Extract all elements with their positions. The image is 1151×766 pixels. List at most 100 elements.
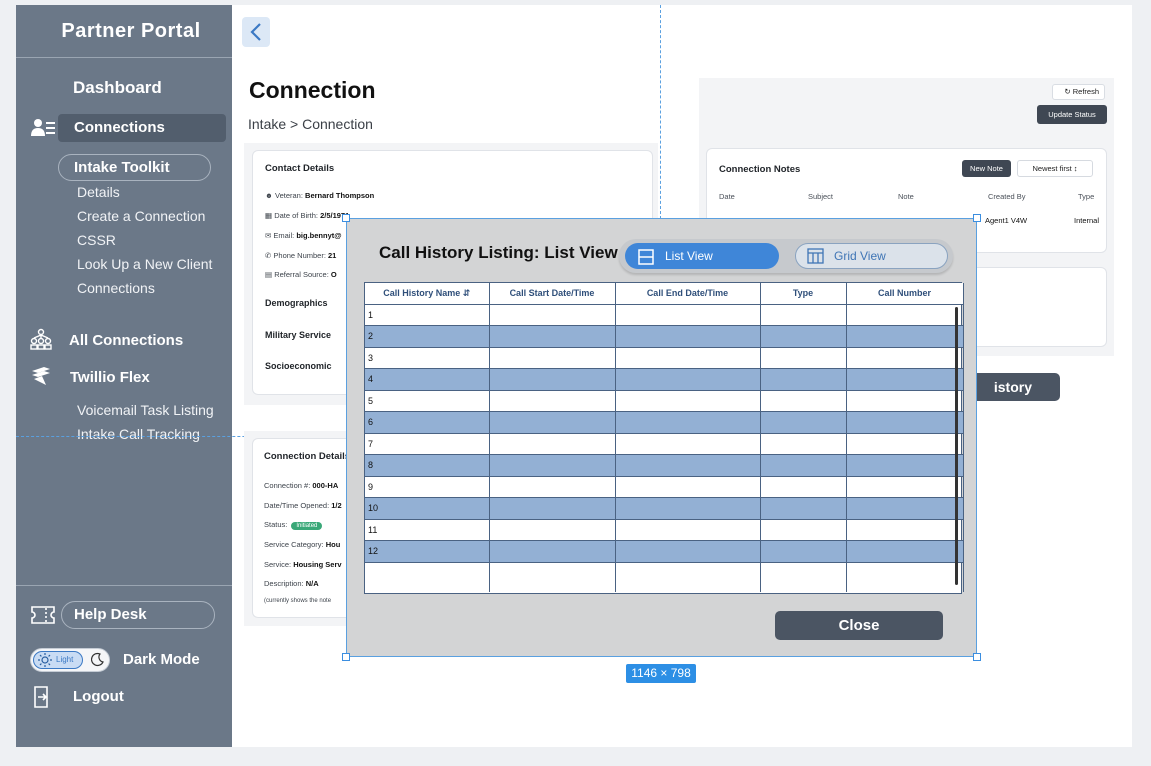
sidebar-subitem-connections[interactable]: Connections: [77, 280, 155, 296]
column-header: Type: [1078, 192, 1095, 201]
table-cell: [489, 346, 616, 369]
calendar-icon: ▦: [265, 211, 273, 220]
sidebar-item-all-connections[interactable]: All Connections: [69, 332, 183, 349]
table-cell: [615, 561, 761, 592]
logout-button[interactable]: Logout: [73, 688, 124, 705]
table-cell: [489, 411, 616, 433]
sidebar-subitem-details[interactable]: Details: [77, 184, 120, 200]
scrollbar[interactable]: [955, 307, 958, 585]
light-option[interactable]: Light: [33, 651, 83, 669]
phone-field: ✆ Phone Number: 21: [265, 251, 337, 260]
table-row[interactable]: 2: [365, 325, 964, 347]
new-note-button[interactable]: New Note: [962, 160, 1011, 177]
sun-icon: [38, 653, 52, 673]
table-row[interactable]: 5: [365, 389, 964, 412]
table-row[interactable]: 3: [365, 346, 964, 369]
table-cell: [615, 411, 761, 433]
page-title: Connection: [249, 77, 376, 103]
row-number-cell: 3: [365, 346, 490, 369]
resize-handle[interactable]: [342, 653, 350, 661]
table-cell: [760, 389, 847, 412]
sidebar-subitem-voicemail[interactable]: Voicemail Task Listing: [77, 402, 214, 418]
twilio-flex-icon: [30, 367, 52, 392]
column-header-type[interactable]: Type: [760, 283, 847, 305]
table-cell: [760, 368, 847, 390]
section-military-service[interactable]: Military Service: [265, 330, 331, 340]
table-row[interactable]: 1: [365, 303, 964, 326]
resize-handle[interactable]: [973, 653, 981, 661]
divider: [16, 57, 232, 58]
column-header-call-end[interactable]: Call End Date/Time: [615, 283, 761, 305]
phone-icon: ✆: [265, 251, 272, 260]
column-header-call-start[interactable]: Call Start Date/Time: [489, 283, 616, 305]
refresh-button[interactable]: ↻ Refresh: [1052, 84, 1105, 100]
modal-title: Call History Listing: List View: [379, 243, 618, 262]
table-cell: [365, 561, 490, 592]
description-field: Description: N/A: [264, 579, 319, 588]
sidebar-subitem-intake-call-tracking[interactable]: Intake Call Tracking: [77, 426, 200, 442]
service-field: Service: Housing Serv: [264, 560, 342, 569]
grid-view-button[interactable]: Grid View: [795, 243, 948, 269]
sort-icon[interactable]: ⇵: [463, 288, 471, 298]
row-number-cell: 1: [365, 303, 490, 326]
update-status-button[interactable]: Update Status: [1037, 105, 1107, 124]
table-cell: [615, 325, 761, 347]
dark-mode-toggle[interactable]: Light: [30, 648, 110, 672]
table-cell: [846, 432, 964, 455]
table-row[interactable]: 11: [365, 518, 964, 541]
referral-field: ▤ Referral Source: O: [265, 270, 337, 279]
brand-title: Partner Portal: [61, 20, 201, 42]
user-list-icon: [31, 118, 55, 141]
table-row[interactable]: 12: [365, 540, 964, 562]
column-header: Date: [719, 192, 735, 201]
table-cell: [760, 303, 847, 326]
sidebar-item-dashboard[interactable]: Dashboard: [73, 78, 162, 98]
section-socioeconomic[interactable]: Socioeconomic: [265, 361, 332, 371]
table-cell: [760, 454, 847, 476]
table-cell: [489, 540, 616, 562]
sidebar-subitem-create-connection[interactable]: Create a Connection: [77, 208, 205, 224]
sort-arrows-icon: ↕: [1073, 164, 1078, 173]
help-desk-button[interactable]: Help Desk: [61, 601, 215, 629]
close-button[interactable]: Close: [775, 611, 943, 640]
veteran-field: ☻ Veteran: Bernard Thompson: [265, 191, 375, 200]
row-number-cell: 11: [365, 518, 490, 541]
table-cell: [615, 346, 761, 369]
table-row[interactable]: 7: [365, 432, 964, 455]
table-cell: [846, 454, 964, 476]
card-title: Contact Details: [265, 163, 335, 174]
sidebar-item-intake-toolkit[interactable]: Intake Toolkit: [58, 154, 211, 181]
sidebar-item-twilio-flex[interactable]: Twillio Flex: [70, 369, 150, 386]
sidebar: Partner Portal Dashboard Connections Int…: [16, 5, 232, 747]
table-cell: [489, 561, 616, 592]
list-view-button[interactable]: List View: [625, 243, 779, 269]
table-row[interactable]: 9: [365, 475, 964, 498]
column-header-call-number[interactable]: Call Number: [846, 283, 964, 305]
table-row[interactable]: 4: [365, 368, 964, 390]
breadcrumb: Intake > Connection: [248, 116, 373, 132]
table-cell: [846, 540, 964, 562]
row-number-cell: 12: [365, 540, 490, 562]
sidebar-item-connections[interactable]: Connections: [58, 114, 226, 142]
section-demographics[interactable]: Demographics: [265, 298, 328, 308]
resize-handle[interactable]: [973, 214, 981, 222]
note-type: Internal: [1074, 216, 1100, 225]
sidebar-subitem-lookup-client[interactable]: Look Up a New Client: [77, 256, 212, 272]
column-header-call-history-name[interactable]: Call History Name ⇵: [365, 283, 490, 305]
back-button[interactable]: [242, 17, 270, 47]
table-cell: [489, 475, 616, 498]
table-row[interactable]: 6: [365, 411, 964, 433]
table-cell: [489, 518, 616, 541]
call-history-table: Call History Name ⇵ Call Start Date/Time…: [364, 282, 964, 594]
table-cell: [846, 346, 964, 369]
table-row[interactable]: 8: [365, 454, 964, 476]
org-chart-icon: [30, 328, 52, 355]
table-row[interactable]: 10: [365, 497, 964, 519]
table-cell: [489, 389, 616, 412]
grid-view-icon: [807, 248, 824, 272]
sidebar-subitem-cssr[interactable]: CSSR: [77, 232, 116, 248]
dark-mode-label: Dark Mode: [123, 651, 200, 668]
sort-dropdown[interactable]: Newest first ↕: [1017, 160, 1093, 177]
resize-handle[interactable]: [342, 214, 350, 222]
chevron-left-icon: [250, 23, 261, 41]
